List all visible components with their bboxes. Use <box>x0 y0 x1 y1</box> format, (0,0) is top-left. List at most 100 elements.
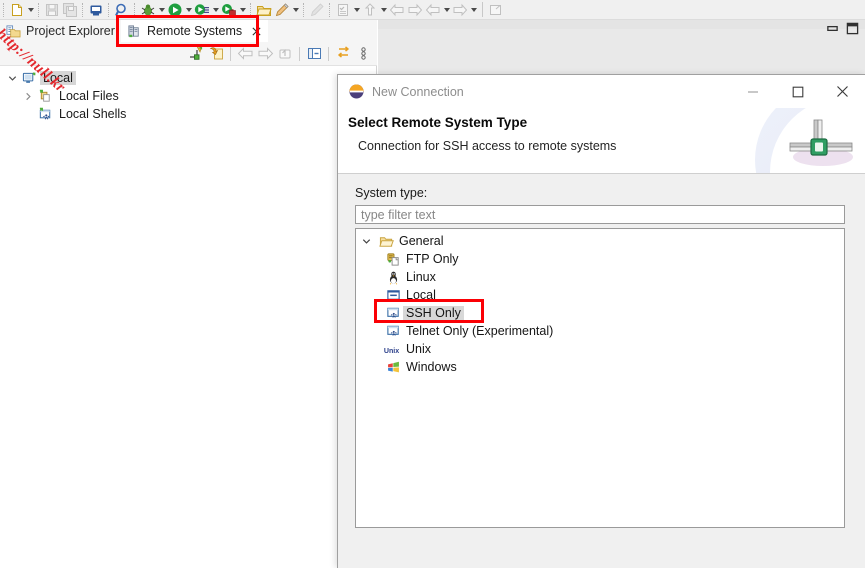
print-button[interactable] <box>87 1 105 19</box>
type-tree-item-ssh-only[interactable]: SSH Only <box>356 304 844 322</box>
toolbar-separator <box>108 2 110 17</box>
run-external-tools-button[interactable] <box>193 1 211 19</box>
tree-item-label: Local <box>40 71 76 85</box>
type-tree-item-unix[interactable]: Unix Unix <box>356 340 844 358</box>
close-icon[interactable] <box>250 25 262 37</box>
local-system-icon <box>20 70 38 86</box>
profile-button[interactable] <box>220 1 238 19</box>
type-tree-label: Local <box>406 288 436 302</box>
new-window-button[interactable] <box>487 1 505 19</box>
chevron-down-icon[interactable] <box>4 70 20 86</box>
open-resource-button[interactable] <box>255 1 273 19</box>
task-dropdown-arrow[interactable] <box>352 1 361 19</box>
view-menu-button[interactable] <box>353 44 373 64</box>
type-tree-item-local[interactable]: Local <box>356 286 844 304</box>
next-annotation-button[interactable] <box>361 1 379 19</box>
new-file-dropdown-arrow[interactable] <box>26 1 35 19</box>
tab-project-explorer[interactable]: Project Explorer <box>0 20 121 42</box>
svg-text:Unix: Unix <box>384 346 399 354</box>
eclipse-logo-icon <box>348 83 365 100</box>
new-file-button[interactable] <box>8 1 26 19</box>
toolbar-separator <box>134 2 136 17</box>
dialog-header-subtitle: Connection for SSH access to remote syst… <box>358 139 617 153</box>
dialog-header: Select Remote System Type Connection for… <box>338 108 865 174</box>
tree-item-local-files[interactable]: Local Files <box>0 87 376 105</box>
local-shells-icon <box>36 106 54 122</box>
collapse-all-button[interactable] <box>304 44 324 64</box>
go-up-button[interactable] <box>275 44 295 64</box>
previous-edit-dropdown-arrow[interactable] <box>442 1 451 19</box>
dialog-maximize-button[interactable] <box>775 75 820 108</box>
dialog-header-title: Select Remote System Type <box>348 115 528 130</box>
chevron-right-icon[interactable] <box>20 88 36 104</box>
ssh-icon <box>383 306 403 321</box>
editor-area-tab-strip <box>378 20 865 29</box>
type-tree-label: FTP Only <box>406 252 459 266</box>
type-tree-item-general[interactable]: General <box>356 232 844 250</box>
task-button[interactable] <box>334 1 352 19</box>
dialog-close-button[interactable] <box>820 75 865 108</box>
new-connection-dialog: New Connection Select Remote System Type… <box>337 74 865 568</box>
dialog-body: System type: General <box>338 174 865 568</box>
tree-item-label: Local Files <box>59 89 119 103</box>
previous-edit-button[interactable] <box>424 1 442 19</box>
dialog-title-bar: New Connection <box>338 75 865 108</box>
tab-label: Remote Systems <box>146 24 243 38</box>
new-connection-toolbar-button[interactable] <box>186 44 206 64</box>
next-edit-dropdown-arrow[interactable] <box>469 1 478 19</box>
system-type-tree[interactable]: General FTP Only Linux Local SSH Only Te… <box>355 228 845 528</box>
toolbar-separator <box>299 46 300 61</box>
type-tree-label: General <box>399 234 444 248</box>
local-icon <box>383 288 403 303</box>
pencil-button[interactable] <box>273 1 291 19</box>
dialog-minimize-button[interactable] <box>730 75 775 108</box>
forward-button[interactable] <box>406 1 424 19</box>
type-tree-item-telnet-only[interactable]: Telnet Only (Experimental) <box>356 322 844 340</box>
search-button[interactable] <box>113 1 131 19</box>
filter-input[interactable] <box>355 205 845 224</box>
link-with-editor-button[interactable] <box>333 44 353 64</box>
toolbar-separator <box>82 2 84 17</box>
tree-item-local[interactable]: Local <box>0 69 376 87</box>
refresh-button[interactable] <box>206 44 226 64</box>
toolbar-separator <box>230 46 231 61</box>
run-dropdown-arrow[interactable] <box>184 1 193 19</box>
save-button[interactable] <box>43 1 61 19</box>
debug-button[interactable] <box>139 1 157 19</box>
tree-item-local-shells[interactable]: Local Shells <box>0 105 376 123</box>
toolbar-separator <box>38 2 40 17</box>
toolbar-separator <box>482 2 483 17</box>
type-tree-label: Linux <box>406 270 436 284</box>
chevron-down-icon[interactable] <box>356 236 376 247</box>
maximize-icon[interactable] <box>846 22 859 40</box>
type-tree-label: Windows <box>406 360 457 374</box>
pencil-dropdown-arrow[interactable] <box>291 1 300 19</box>
type-tree-item-linux[interactable]: Linux <box>356 268 844 286</box>
type-tree-label: SSH Only <box>403 306 464 320</box>
screenshot-root: Project Explorer Remote Systems Local Lo… <box>0 0 865 568</box>
local-files-icon <box>36 88 54 104</box>
minimize-icon[interactable] <box>826 22 839 40</box>
run-button[interactable] <box>166 1 184 19</box>
type-tree-item-ftp-only[interactable]: FTP Only <box>356 250 844 268</box>
back-button[interactable] <box>388 1 406 19</box>
next-annotation-dropdown-arrow[interactable] <box>379 1 388 19</box>
view-tab-strip: Project Explorer Remote Systems <box>0 20 377 42</box>
view-window-buttons <box>820 20 865 42</box>
tree-item-label: Local Shells <box>59 107 127 121</box>
edit-button[interactable] <box>308 1 326 19</box>
toolbar-separator <box>250 2 252 17</box>
debug-dropdown-arrow[interactable] <box>157 1 166 19</box>
next-edit-button[interactable] <box>451 1 469 19</box>
type-tree-item-windows[interactable]: Windows <box>356 358 844 376</box>
tab-remote-systems[interactable]: Remote Systems <box>120 20 269 42</box>
profile-dropdown-arrow[interactable] <box>238 1 247 19</box>
forward-nav-button[interactable] <box>255 44 275 64</box>
unix-text-icon: Unix <box>383 342 403 357</box>
save-all-button[interactable] <box>61 1 79 19</box>
dialog-title: New Connection <box>372 84 464 99</box>
external-tools-dropdown-arrow[interactable] <box>211 1 220 19</box>
folder-open-icon <box>376 234 396 249</box>
remote-systems-tree-panel: Local Local Files Local Shells <box>0 66 377 568</box>
back-nav-button[interactable] <box>235 44 255 64</box>
